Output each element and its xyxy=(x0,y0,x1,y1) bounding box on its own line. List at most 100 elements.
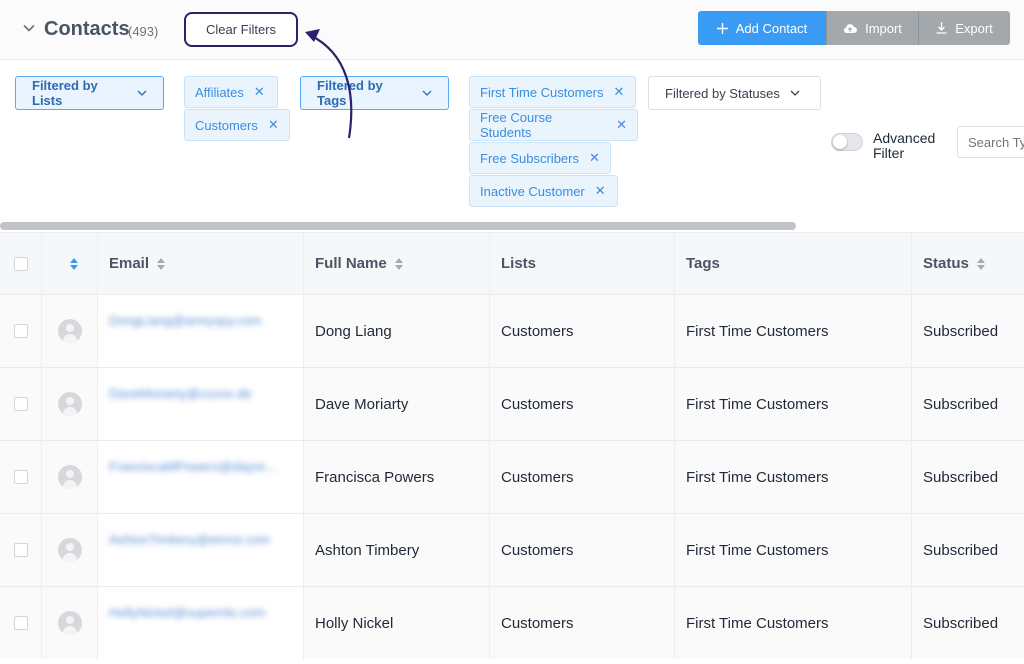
row-checkbox[interactable] xyxy=(13,324,28,338)
email-value[interactable]: FranciscaMPowers@dayre... xyxy=(109,459,276,474)
table-row[interactable]: DongLiang@armyspy.com Dong Liang Custome… xyxy=(0,294,1024,367)
email-cell[interactable]: DaveMoriarty@cuvox.de xyxy=(98,368,304,440)
close-icon[interactable]: ✕ xyxy=(589,150,600,166)
download-icon xyxy=(936,22,947,34)
toggle-knob xyxy=(833,135,847,149)
export-button[interactable]: Export xyxy=(918,11,1010,45)
filter-lists-label: Filtered by Lists xyxy=(32,78,98,108)
horizontal-scrollbar[interactable] xyxy=(0,222,796,230)
search-input[interactable] xyxy=(957,126,1024,158)
row-checkbox-cell xyxy=(0,295,42,367)
row-checkbox-cell xyxy=(0,514,42,586)
cloud-upload-icon xyxy=(843,23,858,34)
contact-count: (493) xyxy=(128,24,159,39)
list-tag-label: Customers xyxy=(195,117,258,133)
full-name-cell: Ashton Timbery xyxy=(304,514,490,586)
select-all-checkbox[interactable] xyxy=(13,256,28,271)
avatar xyxy=(57,392,82,416)
filter-lists-dropdown[interactable]: Filtered by Lists xyxy=(15,76,164,110)
tag-label: Free Course Students xyxy=(480,110,553,140)
list-tag-label: Affiliates xyxy=(195,84,244,100)
email-cell[interactable]: AshtonTimbery@einrot.com xyxy=(98,514,304,586)
close-icon[interactable]: ✕ xyxy=(616,117,627,133)
column-full-name-label: Full Name xyxy=(315,255,387,272)
filter-statuses-label: Filtered by Statuses xyxy=(665,85,780,101)
sort-icon xyxy=(69,257,78,270)
tags-cell: First Time Customers xyxy=(675,587,912,659)
row-checkbox-cell xyxy=(0,587,42,659)
email-value[interactable]: HollyNickel@superrito.com xyxy=(109,605,265,620)
header-checkbox-cell xyxy=(0,233,42,294)
row-checkbox[interactable] xyxy=(13,470,28,484)
close-icon[interactable]: ✕ xyxy=(268,117,279,133)
advanced-filter-toggle[interactable] xyxy=(831,133,863,151)
row-checkbox[interactable] xyxy=(13,397,28,411)
full-name-cell: Dave Moriarty xyxy=(304,368,490,440)
chevron-down-icon xyxy=(422,90,432,96)
advanced-filter-label: Advanced Filter xyxy=(873,130,936,161)
lists-cell: Customers xyxy=(490,587,675,659)
status-cell: Subscribed xyxy=(923,322,999,340)
full-name-cell: Dong Liang xyxy=(304,295,490,367)
column-tags: Tags xyxy=(675,233,912,294)
table-header-row: Email Full Name Lists Tags Status xyxy=(0,232,1024,294)
avatar-cell xyxy=(42,368,98,440)
status-cell: Subscribed xyxy=(923,541,999,559)
tag-first-time-customers: First Time Customers ✕ xyxy=(469,76,636,108)
close-icon[interactable]: ✕ xyxy=(614,84,625,100)
add-contact-button[interactable]: Add Contact xyxy=(698,11,826,45)
row-checkbox-cell xyxy=(0,368,42,440)
column-status-label: Status xyxy=(923,255,969,272)
tags-cell: First Time Customers xyxy=(675,368,912,440)
header-actions: Add Contact Import Export xyxy=(698,11,1010,45)
filter-statuses-dropdown[interactable]: Filtered by Statuses xyxy=(648,76,821,110)
email-value[interactable]: DaveMoriarty@cuvox.de xyxy=(109,386,252,401)
lists-cell: Customers xyxy=(490,295,675,367)
page-title: Contacts xyxy=(44,18,130,40)
email-value[interactable]: DongLiang@armyspy.com xyxy=(109,313,261,328)
table-row[interactable]: DaveMoriarty@cuvox.de Dave Moriarty Cust… xyxy=(0,367,1024,440)
avatar-cell xyxy=(42,514,98,586)
column-tags-label: Tags xyxy=(686,255,720,272)
table-row[interactable]: AshtonTimbery@einrot.com Ashton Timbery … xyxy=(0,513,1024,586)
column-full-name[interactable]: Full Name xyxy=(304,233,490,294)
tags-cell: First Time Customers xyxy=(675,441,912,513)
avatar-cell xyxy=(42,295,98,367)
avatar xyxy=(57,319,82,343)
email-cell[interactable]: HollyNickel@superrito.com xyxy=(98,587,304,659)
column-email[interactable]: Email xyxy=(98,233,304,294)
avatar xyxy=(57,465,82,489)
sort-icon xyxy=(394,257,403,270)
sort-icon xyxy=(976,257,985,270)
table-row[interactable]: FranciscaMPowers@dayre... Francisca Powe… xyxy=(0,440,1024,513)
email-cell[interactable]: DongLiang@armyspy.com xyxy=(98,295,304,367)
chevron-down-icon xyxy=(790,90,800,96)
header-sort-cell[interactable] xyxy=(42,233,98,294)
status-cell: Subscribed xyxy=(923,468,999,486)
tags-cell: First Time Customers xyxy=(675,295,912,367)
tag-label: Inactive Customer xyxy=(480,183,585,199)
lists-cell: Customers xyxy=(490,514,675,586)
table-row[interactable]: HollyNickel@superrito.com Holly Nickel C… xyxy=(0,586,1024,659)
email-value[interactable]: AshtonTimbery@einrot.com xyxy=(109,532,270,547)
import-button[interactable]: Import xyxy=(826,11,918,45)
avatar xyxy=(57,538,82,562)
email-cell[interactable]: FranciscaMPowers@dayre... xyxy=(98,441,304,513)
tags-cell: First Time Customers xyxy=(675,514,912,586)
full-name-cell: Francisca Powers xyxy=(304,441,490,513)
annotation-arrow xyxy=(305,29,353,139)
chevron-down-icon[interactable] xyxy=(22,21,36,35)
clear-filters-button[interactable]: Clear Filters xyxy=(184,12,298,47)
tag-inactive-customer: Inactive Customer ✕ xyxy=(469,175,618,207)
tag-free-subscribers: Free Subscribers ✕ xyxy=(469,142,611,174)
avatar-cell xyxy=(42,587,98,659)
column-status[interactable]: Status xyxy=(912,233,1024,294)
row-checkbox[interactable] xyxy=(13,543,28,557)
row-checkbox[interactable] xyxy=(13,616,28,630)
close-icon[interactable]: ✕ xyxy=(595,183,606,199)
lists-cell: Customers xyxy=(490,368,675,440)
close-icon[interactable]: ✕ xyxy=(254,84,265,100)
full-name-cell: Holly Nickel xyxy=(304,587,490,659)
tag-label: Free Subscribers xyxy=(480,150,579,166)
add-contact-label: Add Contact xyxy=(735,20,808,36)
